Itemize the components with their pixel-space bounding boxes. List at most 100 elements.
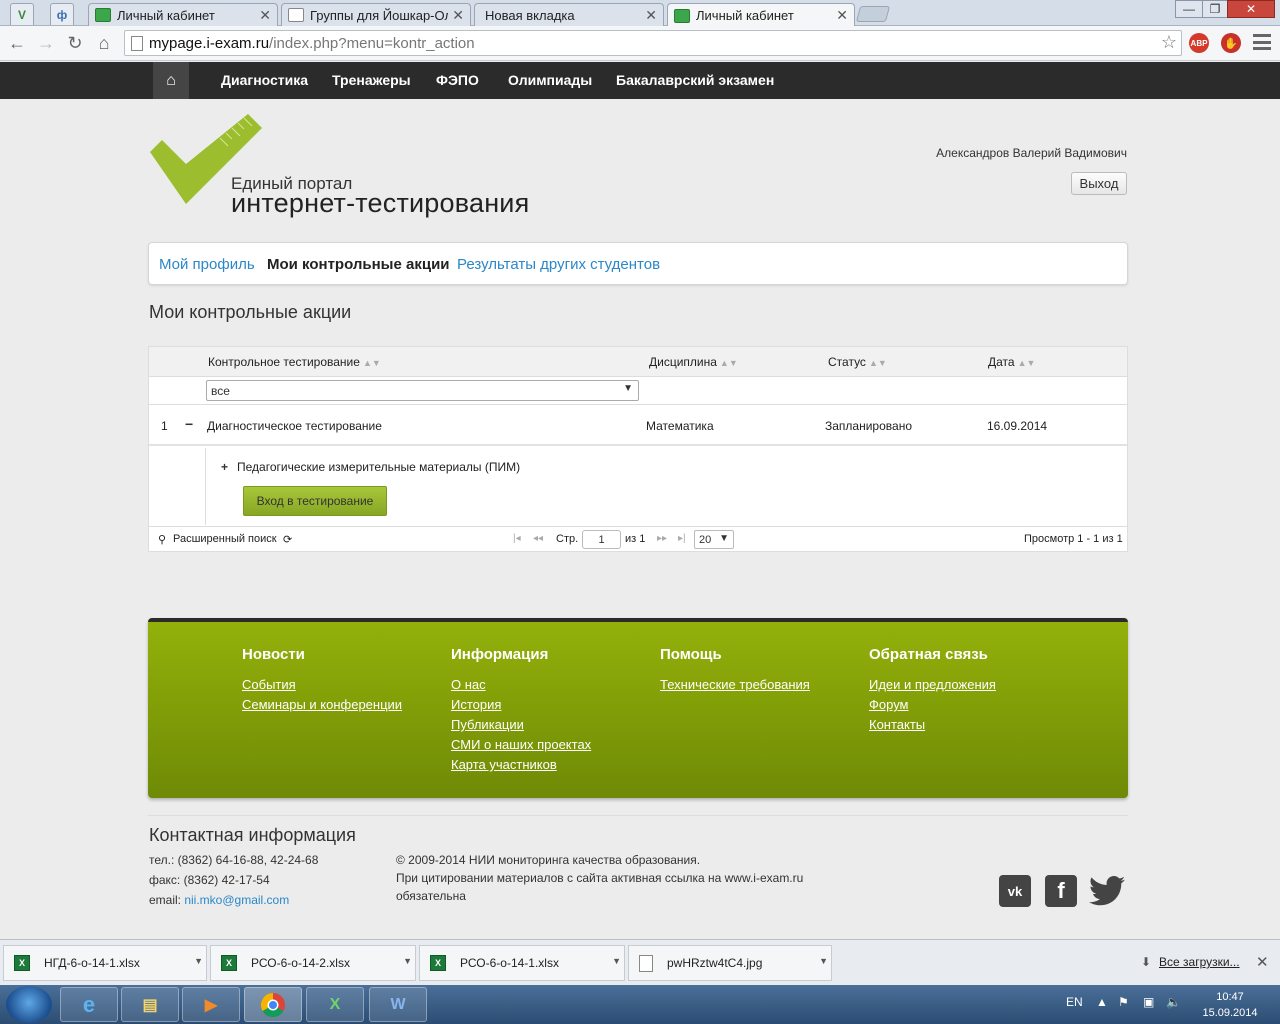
new-tab-button[interactable] [855, 6, 891, 22]
media-player-icon[interactable]: ▶ [182, 987, 240, 1022]
browser-tabstrip: V ф Личный кабинет ✕ Группы для Йошкар-О… [0, 0, 1280, 27]
pinned-tab-v[interactable]: V [10, 3, 34, 25]
enter-test-button[interactable]: Вход в тестирование [243, 486, 387, 516]
browser-tab[interactable]: Личный кабинет ✕ [88, 3, 278, 26]
home-icon[interactable]: ⌂ [153, 62, 189, 99]
adblock-plus-icon[interactable]: ABP [1189, 33, 1209, 53]
adblock-icon[interactable]: ✋ [1221, 33, 1241, 53]
browser-tab[interactable]: Новая вкладка ✕ [474, 3, 664, 26]
footer-link[interactable]: Форум [869, 697, 996, 712]
nav-item-diagnostics[interactable]: Диагностика [221, 72, 308, 88]
tab-close-icon[interactable]: ✕ [452, 7, 464, 24]
tab-close-icon[interactable]: ✕ [259, 7, 271, 24]
column-header-discipline[interactable]: Дисциплина ▲▼ [649, 355, 738, 369]
footer-link[interactable]: Публикации [451, 717, 591, 732]
footer-link[interactable]: Идеи и предложения [869, 677, 996, 692]
next-page-icon[interactable]: ▸▸ [657, 533, 667, 544]
home-icon[interactable]: ⌂ [93, 32, 115, 54]
contact-fax: факс: (8362) 42-17-54 [149, 873, 270, 887]
forward-arrow-icon[interactable]: → [35, 32, 57, 54]
collapse-row-icon[interactable]: − [185, 416, 193, 432]
browser-tab[interactable]: Группы для Йошкар-Ол ✕ [281, 3, 471, 26]
file-explorer-icon[interactable]: ▤ [121, 987, 179, 1022]
footer-link[interactable]: Контакты [869, 717, 996, 732]
nav-item-fepo[interactable]: ФЭПО [436, 72, 479, 88]
close-icon[interactable]: ✕ [1256, 953, 1269, 971]
tab-my-profile[interactable]: Мой профиль [159, 256, 255, 273]
twitter-icon[interactable] [1089, 876, 1125, 906]
reload-icon[interactable]: ↻ [64, 32, 86, 54]
refresh-icon[interactable]: ⟳ [283, 533, 292, 546]
download-item[interactable]: X НГД-6-о-14-1.xlsx ▼ [3, 945, 207, 981]
first-page-icon[interactable]: |◂ [513, 533, 521, 544]
download-filename: pwHRztw4tC4.jpg [667, 956, 763, 970]
browser-menu-icon[interactable] [1253, 34, 1271, 50]
pinned-tab-phi[interactable]: ф [50, 3, 74, 25]
nav-item-trainers[interactable]: Тренажеры [332, 72, 411, 88]
last-page-icon[interactable]: ▸| [678, 533, 686, 544]
internet-explorer-icon[interactable]: e [60, 987, 118, 1022]
email-link[interactable]: nii.mko@gmail.com [184, 893, 289, 907]
test-filter-select[interactable]: все ▼ [206, 380, 639, 401]
minimize-icon[interactable]: — [1175, 0, 1203, 18]
chevron-down-icon[interactable]: ▼ [612, 956, 621, 966]
footer-link[interactable]: Технические требования [660, 677, 810, 692]
windows-start-icon[interactable] [6, 986, 52, 1023]
excel-file-icon: X [14, 955, 30, 971]
tab-other-students-results[interactable]: Результаты других студентов [457, 256, 660, 273]
restore-icon[interactable]: ❐ [1202, 0, 1228, 18]
language-indicator[interactable]: EN [1066, 995, 1083, 1009]
footer-link[interactable]: События [242, 677, 402, 692]
footer-link[interactable]: История [451, 697, 591, 712]
nav-item-olympiads[interactable]: Олимпиады [508, 72, 592, 88]
prev-page-icon[interactable]: ◂◂ [533, 533, 543, 544]
browser-tab-active[interactable]: Личный кабинет ✕ [667, 3, 855, 27]
table-row[interactable]: 1 − Диагностическое тестирование Математ… [149, 406, 1127, 446]
tab-my-control-actions[interactable]: Мои контрольные акции [267, 256, 450, 273]
excel-icon[interactable]: X [306, 987, 364, 1022]
footer-column-help: Помощь Технические требования [660, 646, 810, 697]
subgrid-item-pim[interactable]: Педагогические измерительные материалы (… [237, 460, 520, 474]
address-bar[interactable]: mypage.i-exam.ru/index.php?menu=kontr_ac… [124, 30, 1182, 56]
network-icon[interactable]: ▣ [1143, 995, 1154, 1009]
action-center-flag-icon[interactable]: ⚑ [1118, 995, 1129, 1009]
logout-button[interactable]: Выход [1071, 172, 1127, 195]
download-item[interactable]: pwHRztw4tC4.jpg ▼ [628, 945, 832, 981]
page-number-input[interactable]: 1 [582, 530, 621, 549]
chevron-down-icon[interactable]: ▼ [194, 956, 203, 966]
column-header-test[interactable]: Контрольное тестирование ▲▼ [208, 355, 381, 369]
tab-close-icon[interactable]: ✕ [645, 7, 657, 24]
tray-expand-icon[interactable]: ▲ [1096, 995, 1108, 1009]
download-item[interactable]: X РСО-6-о-14-2.xlsx ▼ [210, 945, 416, 981]
chevron-down-icon: ▼ [719, 533, 729, 544]
system-clock[interactable]: 10:47 15.09.2014 [1195, 989, 1265, 1021]
column-header-status[interactable]: Статус ▲▼ [828, 355, 887, 369]
search-icon[interactable]: ⚲ [158, 533, 166, 546]
windows-taskbar: e ▤ ▶ X W EN ▲ ⚑ ▣ 🔈 10:47 15.09.2014 [0, 985, 1280, 1024]
footer-link[interactable]: СМИ о наших проектах [451, 737, 591, 752]
bookmark-star-icon[interactable]: ☆ [1161, 32, 1177, 53]
facebook-icon[interactable]: f [1045, 875, 1077, 907]
close-window-icon[interactable]: ✕ [1227, 0, 1275, 18]
volume-icon[interactable]: 🔈 [1166, 995, 1181, 1009]
footer-link[interactable]: Семинары и конференции [242, 697, 402, 712]
chevron-down-icon[interactable]: ▼ [403, 956, 412, 966]
footer-link[interactable]: О нас [451, 677, 591, 692]
expand-icon[interactable]: + [221, 460, 228, 474]
row-number: 1 [161, 419, 168, 433]
vk-icon[interactable]: vk [999, 875, 1031, 907]
tab-close-icon[interactable]: ✕ [836, 7, 848, 24]
nav-item-bachelor-exam[interactable]: Бакалаврский экзамен [616, 72, 774, 88]
column-header-date[interactable]: Дата ▲▼ [988, 355, 1035, 369]
all-downloads-link[interactable]: Все загрузки... [1159, 955, 1240, 969]
rows-per-page-select[interactable]: 20 ▼ [694, 530, 734, 549]
rows-per-page-value: 20 [699, 533, 712, 546]
back-arrow-icon[interactable]: ← [6, 32, 28, 54]
chrome-logo-icon [260, 992, 285, 1017]
chrome-icon[interactable] [244, 987, 302, 1022]
footer-link[interactable]: Карта участников [451, 757, 591, 772]
advanced-search-link[interactable]: Расширенный поиск [173, 533, 277, 545]
chevron-down-icon[interactable]: ▼ [819, 956, 828, 966]
word-icon[interactable]: W [369, 987, 427, 1022]
download-item[interactable]: X РСО-6-о-14-1.xlsx ▼ [419, 945, 625, 981]
